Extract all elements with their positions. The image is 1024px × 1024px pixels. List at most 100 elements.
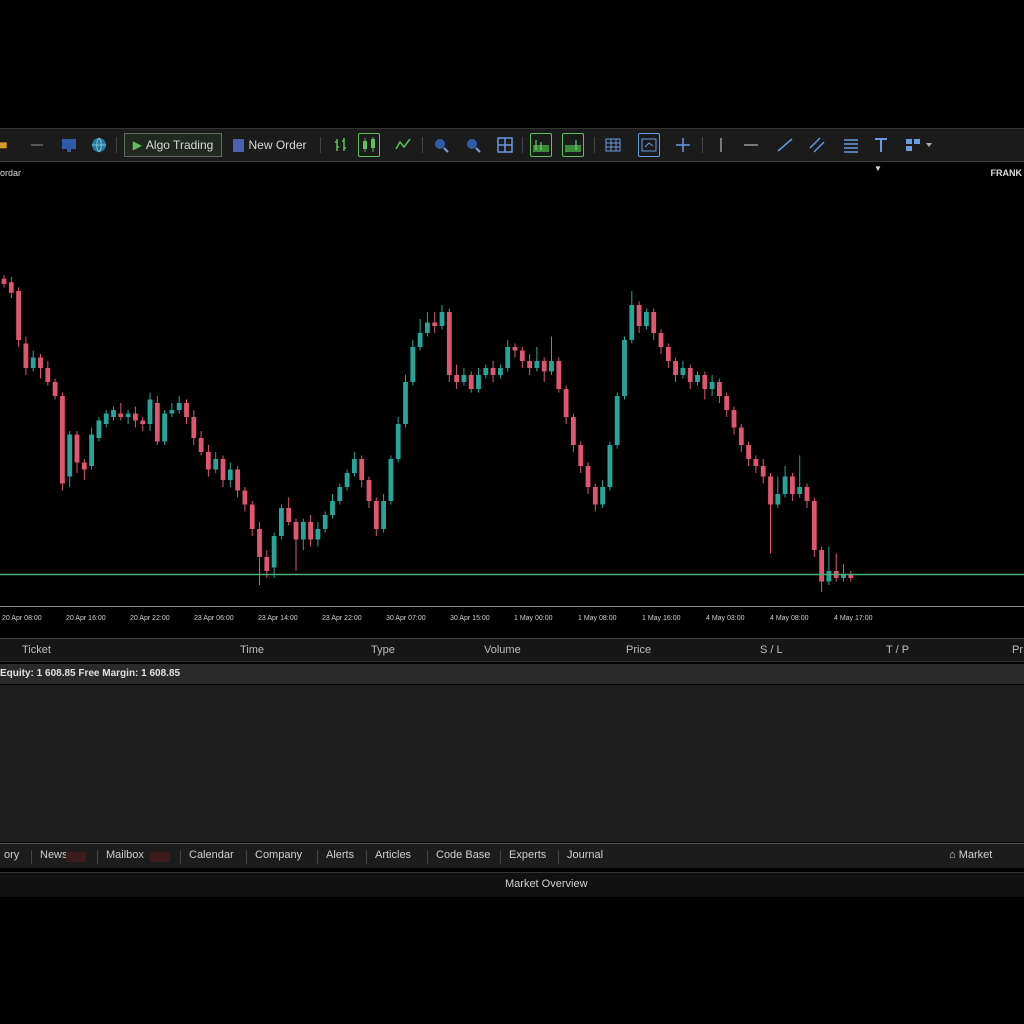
tab-alerts[interactable]: Alerts — [322, 848, 358, 862]
crosshair-icon[interactable] — [672, 133, 694, 157]
column-header[interactable]: Ticket — [22, 644, 51, 656]
grid-icon[interactable] — [602, 133, 624, 157]
candle-body — [680, 368, 686, 375]
trendline-icon[interactable] — [774, 133, 796, 157]
candle-body — [140, 420, 146, 424]
tab-experts[interactable]: Experts — [505, 848, 550, 862]
candle-body — [578, 445, 584, 466]
candle-body — [315, 529, 321, 540]
candle — [403, 375, 408, 428]
candle — [103, 410, 109, 428]
price-chart[interactable] — [0, 182, 1024, 606]
candle-body — [782, 476, 788, 494]
candlestick-chart-icon[interactable] — [358, 133, 380, 157]
candle — [454, 364, 459, 389]
candle — [45, 361, 51, 386]
candle — [330, 494, 335, 519]
candle-body — [760, 466, 766, 477]
candle-body — [96, 420, 102, 438]
unread-badge — [66, 852, 86, 862]
period-separators-icon[interactable] — [638, 133, 660, 157]
candle — [709, 375, 715, 396]
zoom-in-icon[interactable] — [430, 133, 452, 157]
bar-chart-icon[interactable] — [330, 133, 352, 157]
algo-trading-label: Algo Trading — [145, 138, 214, 152]
market-overview-bar[interactable]: Market Overview — [0, 872, 1024, 897]
horizontal-line-icon[interactable] — [740, 133, 762, 157]
candle-body — [352, 459, 357, 473]
candle-body — [337, 487, 343, 501]
candle — [425, 312, 430, 337]
candle — [235, 466, 240, 498]
column-header[interactable]: Price — [626, 644, 651, 656]
candle — [651, 308, 657, 340]
auto-scroll-icon[interactable] — [530, 133, 552, 157]
time-tick-label: 20 Apr 16:00 — [66, 615, 106, 622]
candle-body — [52, 382, 58, 396]
tab-ory[interactable]: ory — [0, 848, 23, 862]
channel-icon[interactable] — [806, 133, 828, 157]
minus-icon[interactable] — [26, 133, 48, 157]
tile-windows-icon[interactable] — [494, 133, 516, 157]
candle — [519, 347, 525, 368]
candle-body — [81, 462, 87, 470]
candle-body — [461, 375, 467, 382]
time-tick-label: 1 May 08:00 — [578, 615, 617, 622]
shapes-dropdown-icon[interactable] — [902, 133, 936, 157]
globe-icon[interactable] — [88, 133, 110, 157]
monitor-icon[interactable] — [58, 133, 80, 157]
fibonacci-icon[interactable] — [840, 133, 862, 157]
candle — [23, 336, 29, 375]
text-tool-icon[interactable] — [870, 133, 892, 157]
candle-body — [300, 522, 306, 540]
vertical-line-icon[interactable] — [710, 133, 732, 157]
candle-body — [636, 305, 642, 326]
candle — [366, 476, 372, 508]
candle-body — [695, 375, 700, 382]
chart-shift-icon[interactable] — [562, 133, 584, 157]
candlestick-chart[interactable] — [0, 182, 1024, 606]
candle — [512, 343, 518, 358]
line-chart-icon[interactable] — [392, 133, 414, 157]
candle — [790, 473, 795, 501]
column-header[interactable]: Type — [371, 644, 395, 656]
candle — [67, 431, 73, 487]
candle — [89, 427, 94, 470]
tab-journal[interactable]: Journal — [563, 848, 607, 862]
tab-code-base[interactable]: Code Base — [432, 848, 494, 862]
market-overview-label: Market Overview — [505, 878, 588, 890]
candle-body — [811, 501, 817, 550]
zoom-out-icon[interactable] — [462, 133, 484, 157]
candle — [359, 455, 365, 487]
algo-trading-button[interactable]: ▶ Algo Trading — [124, 133, 222, 157]
candle-body — [154, 403, 160, 442]
tab-mailbox[interactable]: Mailbox — [102, 848, 148, 862]
candle — [527, 354, 532, 375]
column-header[interactable]: T / P — [886, 644, 909, 656]
candle — [198, 431, 204, 456]
candle-body — [592, 487, 598, 505]
tab-calendar[interactable]: Calendar — [185, 848, 238, 862]
candle — [52, 378, 58, 400]
tab-articles[interactable]: Articles — [371, 848, 415, 862]
candle-body — [797, 487, 803, 494]
candle-body — [147, 399, 153, 424]
candle — [74, 431, 80, 473]
column-header[interactable]: Pr — [1012, 644, 1023, 656]
column-header[interactable]: Volume — [484, 644, 521, 656]
tab-market[interactable]: ⌂ Market — [945, 848, 996, 862]
candle-body — [89, 434, 94, 466]
candle-body — [417, 333, 423, 347]
tab-company[interactable]: Company — [251, 848, 306, 862]
candle — [38, 354, 43, 379]
folder-icon[interactable] — [0, 133, 12, 157]
candle — [644, 308, 649, 330]
chart-shift-marker-icon[interactable]: ▼ — [874, 164, 882, 173]
column-header[interactable]: S / L — [760, 644, 783, 656]
candle — [731, 406, 737, 435]
candle-body — [264, 557, 270, 571]
new-order-button[interactable]: New Order — [228, 133, 312, 157]
time-tick-label: 4 May 03:00 — [706, 615, 745, 622]
candle — [702, 371, 708, 400]
column-header[interactable]: Time — [240, 644, 264, 656]
